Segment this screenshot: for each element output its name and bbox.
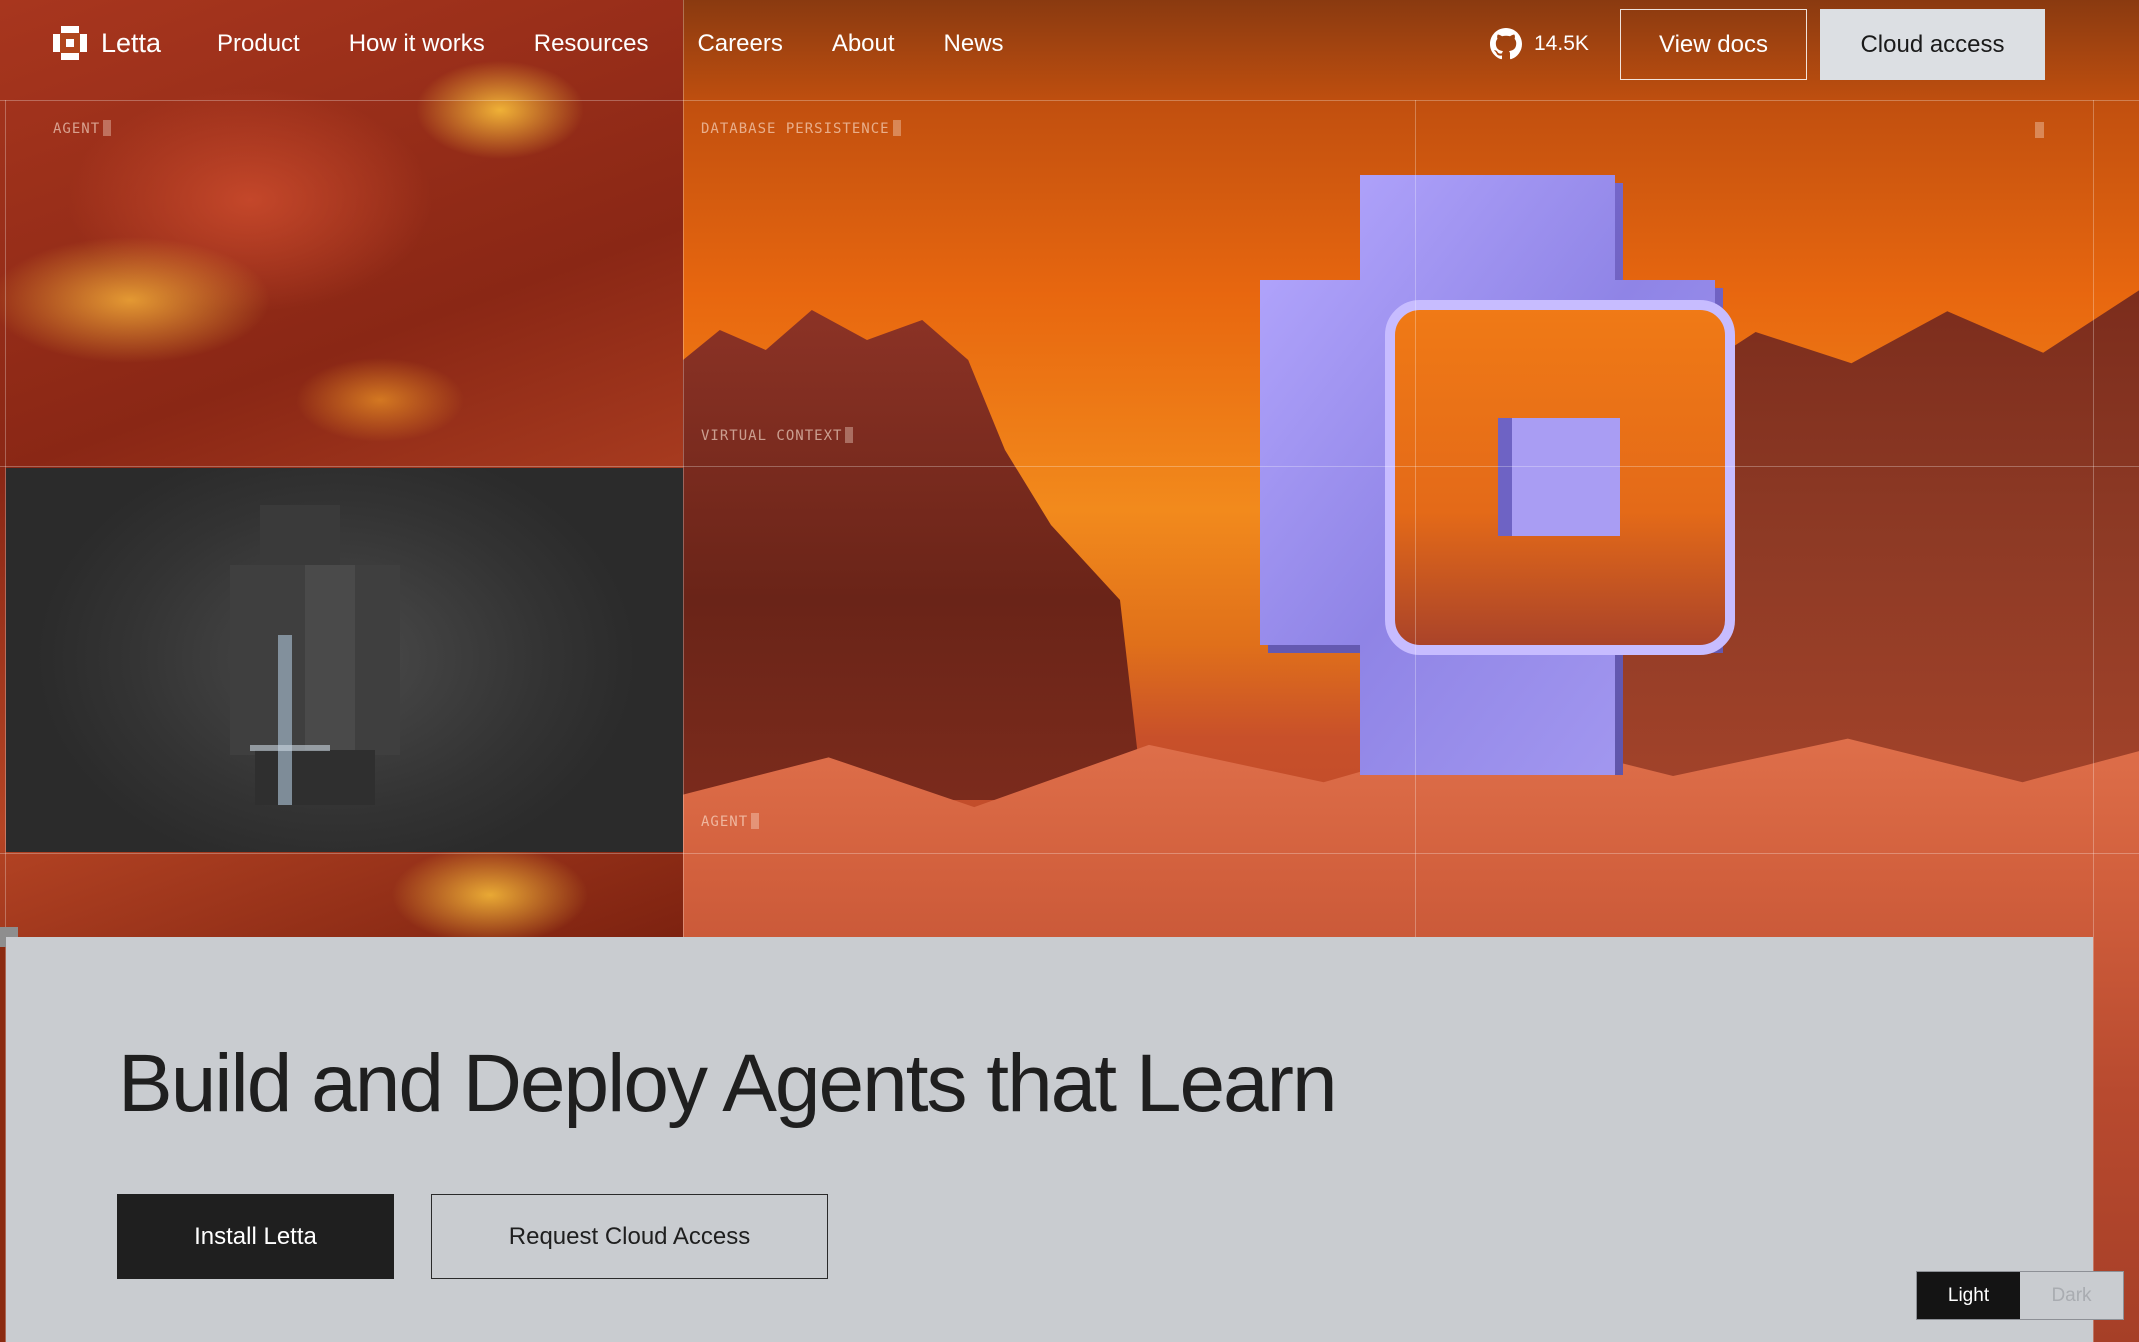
brand-logo-link[interactable]: Letta xyxy=(53,26,161,60)
nav-link-how-it-works[interactable]: How it works xyxy=(349,30,485,58)
grid-line xyxy=(1415,100,1416,937)
grid-line xyxy=(0,853,2139,854)
label-agent-bottom: AGENT xyxy=(701,813,759,830)
cloud-access-button[interactable]: Cloud access xyxy=(1820,9,2045,80)
github-star-count: 14.5K xyxy=(1534,32,1589,55)
top-navbar: Letta Product How it works Resources Car… xyxy=(0,0,2139,92)
nav-link-product[interactable]: Product xyxy=(217,30,300,58)
letta-logo-icon xyxy=(53,26,87,60)
theme-light-option[interactable]: Light xyxy=(1917,1272,2020,1319)
nav-link-news[interactable]: News xyxy=(944,30,1004,58)
page: AGENT DATABASE PERSISTENCE VIRTUAL CONTE… xyxy=(0,0,2139,1342)
grid-line xyxy=(0,100,2139,101)
grid-line xyxy=(0,466,2139,467)
dark-glyph-image xyxy=(230,505,400,805)
nav-links: Product How it works Resources Careers A… xyxy=(217,30,1053,58)
brand-name: Letta xyxy=(101,27,162,58)
request-cloud-access-button[interactable]: Request Cloud Access xyxy=(431,1194,828,1279)
label-virtual-context: VIRTUAL CONTEXT xyxy=(701,427,853,444)
label-agent-top: AGENT xyxy=(53,120,111,137)
letta-3d-logo-image xyxy=(1260,175,1735,775)
github-stars-link[interactable]: 14.5K xyxy=(1490,28,1589,60)
corner-marker xyxy=(2035,122,2044,138)
theme-toggle: Light Dark xyxy=(1916,1271,2124,1320)
nav-link-resources[interactable]: Resources xyxy=(534,30,649,58)
hero-section: Build and Deploy Agents that Learn Insta… xyxy=(6,937,2093,1342)
nav-link-about[interactable]: About xyxy=(832,30,895,58)
theme-dark-option[interactable]: Dark xyxy=(2020,1272,2123,1319)
view-docs-button[interactable]: View docs xyxy=(1620,9,1807,80)
hero-title: Build and Deploy Agents that Learn xyxy=(118,1038,1338,1129)
github-icon xyxy=(1490,28,1522,60)
nav-link-careers[interactable]: Careers xyxy=(697,30,782,58)
grid-line xyxy=(683,0,684,937)
install-letta-button[interactable]: Install Letta xyxy=(117,1194,394,1279)
grid-line xyxy=(2093,100,2094,1342)
label-database-persistence: DATABASE PERSISTENCE xyxy=(701,120,901,137)
